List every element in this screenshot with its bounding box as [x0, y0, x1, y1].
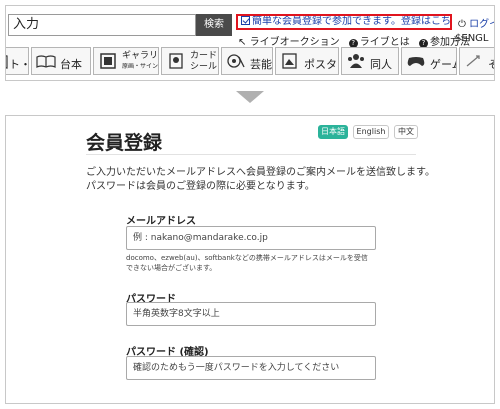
people-icon [348, 54, 364, 68]
intro-text: ご入力いただいたメールアドレスへ会員登録のご案内メールを送信致します。 パスワー… [86, 167, 435, 192]
page-title: 会員登録 [86, 132, 163, 154]
registration-form-panel: 会員登録 日本語 English 中文 ご入力いただいたメールアドレスへ会員登録… [5, 115, 495, 404]
search-input[interactable]: 入力 [8, 14, 196, 36]
power-icon: ⏻ [458, 19, 466, 30]
other-icon [466, 55, 480, 67]
checkbox-icon [241, 16, 250, 25]
search-button[interactable]: 検索 [196, 14, 232, 36]
category-poster[interactable]: ポスター [275, 47, 339, 75]
title-divider [86, 154, 416, 155]
script-book-icon [36, 55, 56, 68]
lang-english-button[interactable]: English [353, 125, 389, 139]
card-icon [169, 53, 183, 69]
login-link[interactable]: ⏻ ログイ [458, 15, 494, 30]
email-note: docomo、ezweb(au)、softbankなどの携帯メールアドレスはメー… [126, 254, 368, 272]
register-link[interactable]: 簡単な会員登録で参加できます。登録はこちら [236, 14, 452, 30]
auction-links: ↖ ライブオークション ? ライブとは ? 参加方法 [238, 33, 476, 48]
lang-chinese-button[interactable]: 中文 [394, 125, 418, 139]
category-nav: ト・本 台本 ギャラリー 原画・サイン本 カード シール 芸能 ポスター 同人 [6, 47, 494, 75]
cd-icon [227, 54, 245, 68]
category-script[interactable]: 台本 [31, 47, 91, 75]
category-gallery[interactable]: ギャラリー 原画・サイン本 [93, 47, 159, 75]
password-confirm-field[interactable]: 確認のためもう一度パスワードを入力してください [126, 356, 376, 380]
down-arrow-icon [236, 91, 264, 103]
category-card[interactable]: カード シール [161, 47, 219, 75]
poster-icon [282, 53, 297, 69]
lang-japanese-button[interactable]: 日本語 [318, 125, 348, 139]
category-doujin[interactable]: 同人 [341, 47, 399, 75]
category-other[interactable]: その [459, 47, 494, 75]
category-book[interactable]: ト・本 [6, 47, 29, 75]
email-field[interactable]: 例 : nakano@mandarake.co.jp [126, 226, 376, 250]
password-field[interactable]: 半角英数字8文字以上 [126, 302, 376, 326]
site-header-panel: 入力 検索 簡単な会員登録で参加できます。登録はこちら ⏻ ログイ ↖ ライブオ… [5, 5, 495, 81]
english-link[interactable]: $ENGL [455, 33, 489, 44]
email-label: メールアドレス [126, 216, 196, 227]
gamepad-icon [407, 57, 425, 66]
login-link-text: ログイ [469, 19, 494, 30]
register-link-text: 簡単な会員登録で参加できます。登録はこちら [252, 16, 452, 27]
category-entertainment[interactable]: 芸能 [221, 47, 273, 75]
category-game[interactable]: ゲーム [401, 47, 457, 75]
gallery-frame-icon [100, 53, 116, 69]
